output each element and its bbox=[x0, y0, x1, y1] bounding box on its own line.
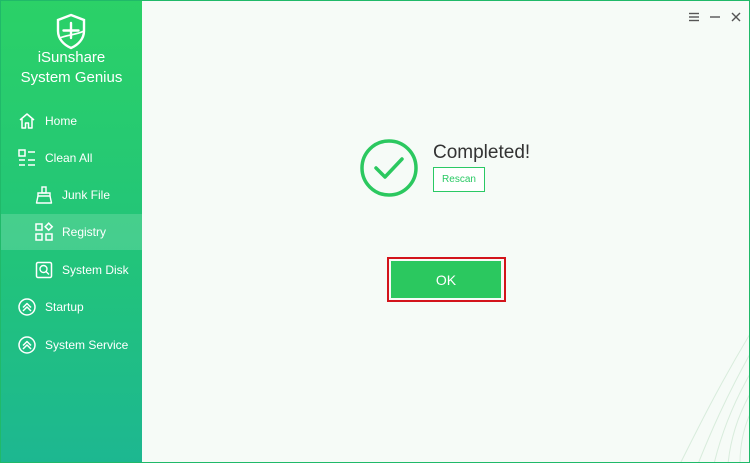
sidebar-item-clean-all[interactable]: Clean All bbox=[1, 140, 142, 176]
sidebar-item-label: Startup bbox=[45, 300, 84, 314]
home-icon bbox=[19, 113, 35, 129]
rescan-button[interactable]: Rescan bbox=[433, 167, 485, 192]
shield-logo-icon bbox=[56, 13, 86, 50]
chevron-up-circle-icon bbox=[18, 298, 36, 316]
app-title-line2: System Genius bbox=[20, 69, 123, 86]
chevron-up-circle-icon bbox=[18, 336, 36, 354]
menu-icon[interactable] bbox=[687, 10, 701, 24]
sidebar-item-system-disk[interactable]: System Disk bbox=[1, 252, 142, 288]
sidebar-item-junk-file[interactable]: Junk File bbox=[1, 177, 142, 213]
check-circle-icon bbox=[360, 139, 418, 197]
list-icon bbox=[18, 149, 35, 166]
decorative-wave-lines bbox=[680, 334, 749, 462]
sidebar-item-label: System Disk bbox=[62, 263, 129, 277]
sidebar-item-label: Junk File bbox=[62, 188, 111, 202]
grid-icon bbox=[35, 222, 54, 241]
app-window: iSunshare System Genius Home Clean All J… bbox=[0, 0, 750, 463]
app-title: iSunshare System Genius bbox=[1, 48, 142, 88]
broom-icon bbox=[35, 186, 53, 204]
sidebar: iSunshare System Genius Home Clean All J… bbox=[1, 1, 142, 462]
sidebar-item-startup[interactable]: Startup bbox=[1, 289, 142, 325]
completed-status: Completed! bbox=[433, 142, 531, 163]
disk-search-icon bbox=[35, 261, 53, 279]
sidebar-item-label: Home bbox=[45, 114, 78, 128]
ok-button[interactable]: OK bbox=[391, 261, 501, 298]
app-title-line1: iSunshare bbox=[37, 49, 106, 66]
sidebar-item-label: Clean All bbox=[45, 151, 93, 165]
sidebar-item-home[interactable]: Home bbox=[1, 103, 142, 139]
sidebar-item-system-service[interactable]: System Service bbox=[1, 327, 142, 363]
close-icon[interactable] bbox=[729, 10, 743, 24]
sidebar-item-registry[interactable]: Registry bbox=[1, 214, 142, 250]
sidebar-item-label: System Service bbox=[45, 338, 129, 352]
main-panel: Completed! Rescan OK bbox=[142, 1, 749, 462]
minimize-icon[interactable] bbox=[708, 10, 722, 24]
sidebar-item-label: Registry bbox=[62, 225, 107, 239]
